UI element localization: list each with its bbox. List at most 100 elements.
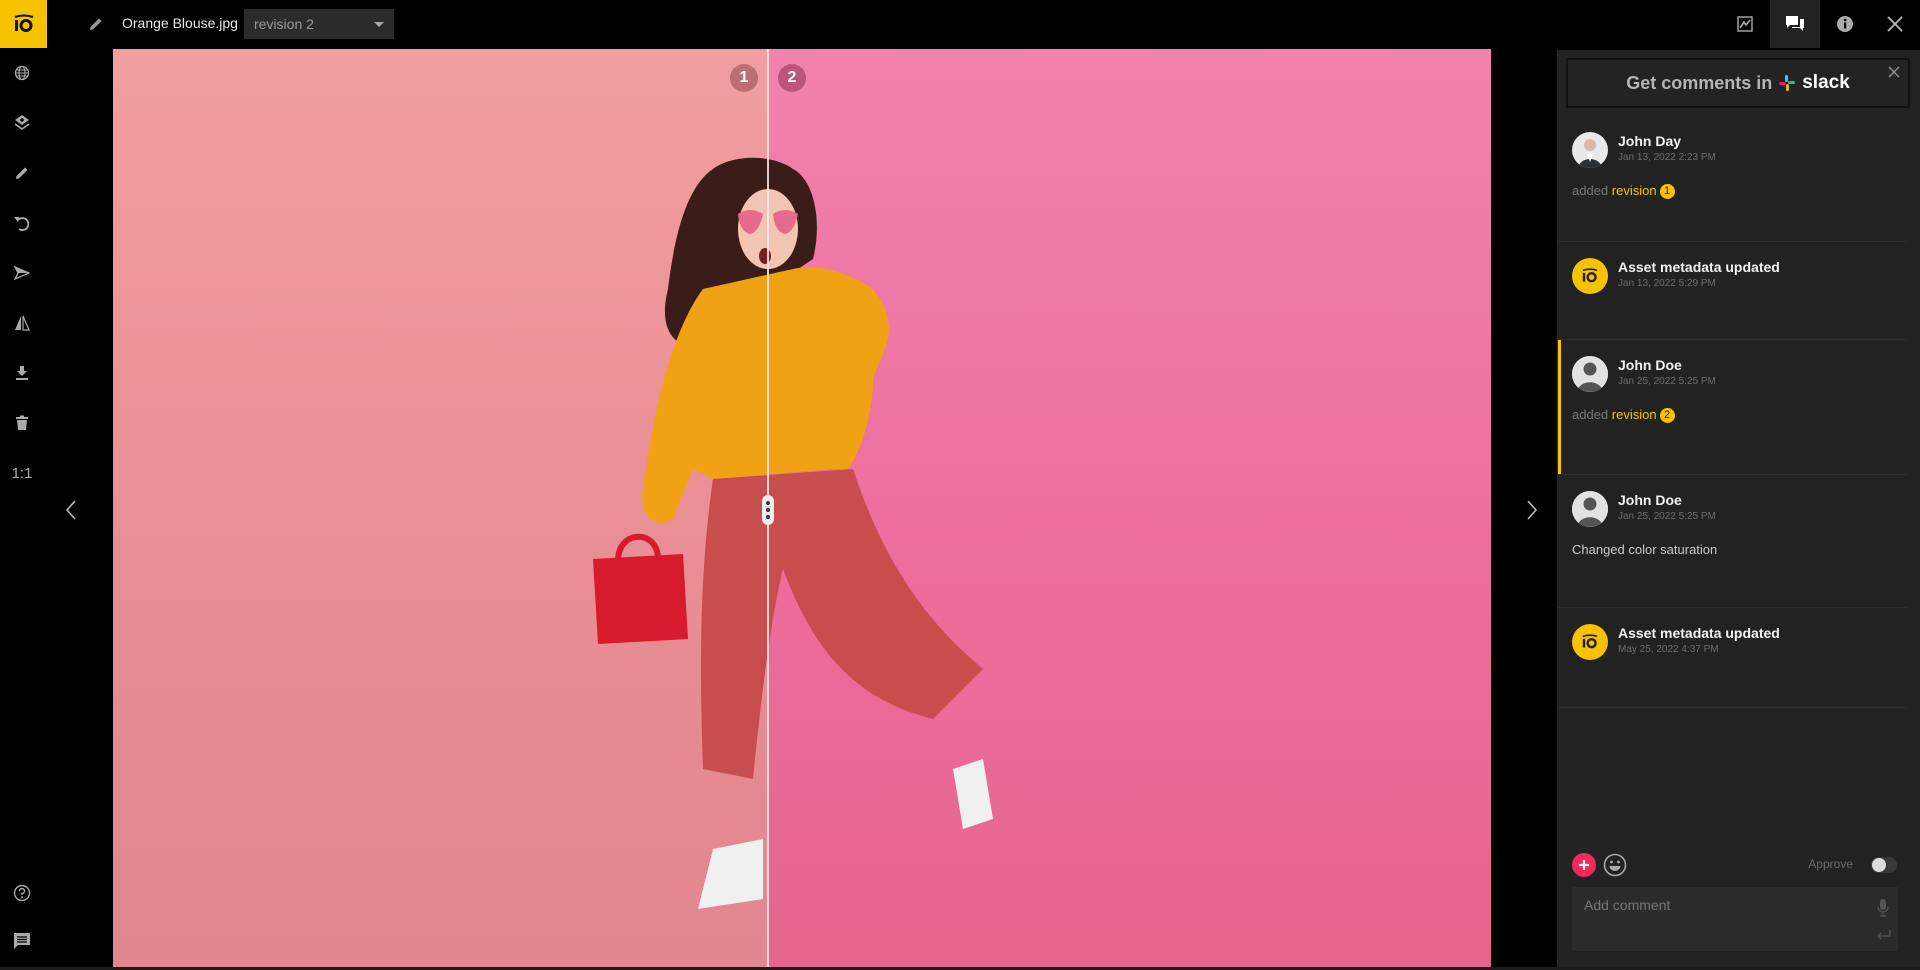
voice-input-button[interactable]	[1876, 898, 1890, 918]
comment-author: John Doe	[1618, 492, 1682, 508]
slack-banner-text: Get comments in	[1626, 72, 1773, 93]
approve-label: Approve	[1808, 857, 1853, 871]
help-icon	[13, 884, 31, 902]
activity-chart-icon	[1737, 16, 1753, 32]
revision-number-badge: 2	[1659, 408, 1675, 424]
slack-banner-close-button[interactable]	[1886, 64, 1902, 80]
feed-item[interactable]: Asset metadata updated Jan 13, 2022 5:29…	[1558, 242, 1907, 340]
slack-logo-icon	[1779, 75, 1796, 91]
slack-brand: slack	[1802, 72, 1850, 93]
compare-icon	[15, 315, 30, 331]
comment-body: Changed color saturation	[1572, 542, 1718, 557]
toggle-knob	[1872, 858, 1886, 872]
body-prefix: added	[1572, 183, 1609, 198]
comment-author: Asset metadata updated	[1618, 625, 1780, 641]
activity-button[interactable]	[1720, 0, 1770, 48]
avatar	[1572, 624, 1608, 660]
emoji-button[interactable]	[1602, 852, 1628, 878]
close-viewer-button[interactable]	[1870, 0, 1920, 48]
undo-icon	[14, 217, 30, 231]
close-icon	[1888, 66, 1900, 78]
feed-item[interactable]: John Day Jan 13, 2022 2:23 PM added revi…	[1558, 122, 1907, 242]
close-icon	[1887, 16, 1903, 32]
tool-undo[interactable]	[0, 203, 44, 243]
comments-panel: Get comments in slack John Day Jan 13, 2…	[1557, 50, 1920, 970]
left-toolbar: 1:1	[0, 48, 47, 970]
revision-number-badge: 1	[1659, 184, 1675, 200]
revision-link[interactable]: revision	[1612, 407, 1657, 422]
image-compare-viewer[interactable]: 1 2	[113, 49, 1491, 967]
rename-button[interactable]	[86, 14, 106, 34]
revision-select-value: revision 2	[254, 16, 314, 32]
top-actions	[1720, 0, 1920, 48]
chat-icon	[14, 933, 30, 949]
avatar	[1572, 132, 1608, 168]
revision-link[interactable]: revision	[1612, 183, 1657, 198]
comment-author: Asset metadata updated	[1618, 259, 1780, 275]
smiley-icon	[1603, 853, 1627, 877]
comments-icon	[1786, 16, 1804, 31]
user-photo-icon	[1578, 139, 1602, 168]
chevron-down-icon	[374, 22, 384, 27]
chat-support-button[interactable]	[0, 921, 44, 961]
approve-toggle[interactable]	[1871, 857, 1897, 873]
comment-author: John Doe	[1618, 357, 1682, 373]
left-revision-badge: 1	[730, 64, 758, 92]
comment-author: John Day	[1618, 133, 1682, 149]
microphone-icon	[1877, 899, 1889, 917]
next-asset-button[interactable]	[1517, 490, 1547, 530]
body-prefix: added	[1572, 407, 1609, 422]
enter-key-icon	[1876, 928, 1892, 940]
composer-toolbar: Approve	[1572, 852, 1907, 878]
comments-tab-button[interactable]	[1770, 0, 1820, 48]
feed-item[interactable]: Asset metadata updated May 25, 2022 4:37…	[1558, 608, 1907, 708]
feed-item[interactable]: John Doe Jan 25, 2022 5:25 PM Changed co…	[1558, 475, 1907, 608]
comment-date: May 25, 2022 4:37 PM	[1618, 644, 1719, 655]
feed-item-selected[interactable]: John Doe Jan 25, 2022 5:25 PM added revi…	[1558, 340, 1907, 475]
user-placeholder-icon	[1572, 356, 1608, 392]
comment-body: added revision 2	[1572, 406, 1893, 424]
avatar	[1572, 356, 1608, 392]
info-icon	[1837, 16, 1853, 32]
io-logo-icon	[1582, 268, 1598, 283]
comment-date: Jan 25, 2022 5:25 PM	[1618, 511, 1716, 522]
enter-icon	[1877, 930, 1891, 940]
comment-date: Jan 25, 2022 5:25 PM	[1618, 376, 1716, 387]
info-button[interactable]	[1820, 0, 1870, 48]
trash-icon	[16, 415, 28, 430]
comment-date: Jan 13, 2022 5:29 PM	[1618, 278, 1716, 289]
io-logo-icon	[14, 14, 33, 32]
tool-globe[interactable]	[0, 53, 44, 93]
asset-viewer: Orange Blouse.jpg revision 2 1:1 1 2 Get…	[0, 0, 1920, 970]
activity-feed: John Day Jan 13, 2022 2:23 PM added revi…	[1558, 122, 1920, 708]
io-logo-icon	[1582, 634, 1598, 649]
previous-asset-button[interactable]	[56, 490, 86, 530]
pencil-icon	[90, 18, 102, 30]
add-comment-input[interactable]	[1572, 887, 1898, 951]
avatar	[1572, 258, 1608, 294]
tool-compare[interactable]	[0, 303, 44, 343]
revision-select[interactable]: revision 2	[244, 9, 394, 39]
help-button[interactable]	[0, 873, 44, 913]
user-placeholder-icon	[1572, 491, 1608, 527]
photo-subject	[593, 157, 993, 909]
zoom-label: 1:1	[11, 464, 33, 482]
add-attachment-button[interactable]	[1572, 853, 1596, 877]
layers-icon	[14, 115, 30, 130]
comment-date: Jan 13, 2022 2:23 PM	[1618, 152, 1716, 163]
tool-send[interactable]	[0, 253, 44, 293]
file-name: Orange Blouse.jpg	[122, 15, 238, 31]
compare-split-handle[interactable]	[762, 495, 774, 525]
slack-integration-banner[interactable]: Get comments in slack	[1566, 58, 1910, 108]
tool-annotate[interactable]	[0, 153, 44, 193]
tool-delete[interactable]	[0, 403, 44, 443]
app-logo[interactable]	[0, 0, 47, 48]
pencil-icon	[16, 167, 28, 179]
comment-body: added revision 1	[1572, 182, 1893, 200]
zoom-actual-size-button[interactable]: 1:1	[0, 453, 44, 493]
tool-download[interactable]	[0, 353, 44, 393]
globe-icon	[14, 65, 30, 81]
download-icon	[16, 366, 28, 380]
plus-icon	[1579, 860, 1589, 870]
tool-layers[interactable]	[0, 103, 44, 143]
